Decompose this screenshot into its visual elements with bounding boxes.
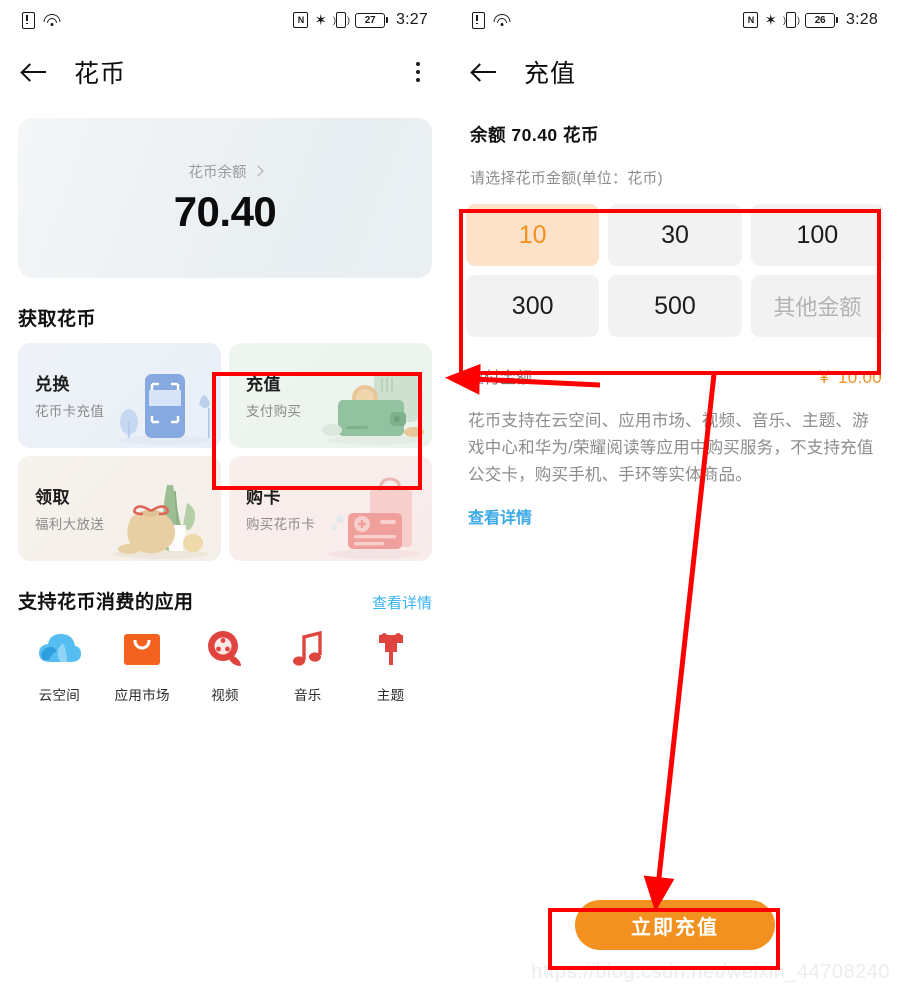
scanner-illustration [119,374,211,445]
promo-text-block: 领取 福利大放送 [35,483,104,533]
promo-text-block: 购卡 购买花币卡 [246,483,315,533]
balance-label: 花币余额 [188,164,247,181]
promo-subtitle: 购买花币卡 [246,517,315,532]
status-bar-left-icons [472,11,511,29]
payable-label: 应付金额 [468,370,533,387]
bluetooth-icon: ✶ [764,12,778,29]
promo-card-exchange[interactable]: 兑换 花币卡充值 [18,343,221,448]
promo-card-recharge[interactable]: 充值 支付购买 [229,343,432,448]
left-screen-huabi-home: N ✶ )) 27 3:27 花币 花币余额 70.40 获取花币 兑换 花币卡… [0,0,450,992]
back-arrow-icon[interactable] [20,57,50,87]
amount-option-300[interactable]: 300 [466,275,600,337]
chevron-right-icon [251,165,264,177]
wallet-illustration [322,372,424,445]
music-note-icon [285,626,331,672]
status-bar-right-icons: N ✶ )) 27 3:27 [293,11,428,29]
app-label: 音乐 [293,688,322,703]
acquire-card-grid: 兑换 花币卡充值 充值 支付购买 领取 福利大放送 购卡 购买花币卡 [18,343,432,561]
sim-alert-icon [472,11,485,29]
page-title: 花币 [74,60,127,88]
wifi-icon [493,13,511,27]
promo-subtitle: 花币卡充值 [35,404,104,419]
balance-card[interactable]: 花币余额 70.40 [18,118,432,278]
balance-label-row[interactable]: 花币余额 [188,161,264,182]
battery-indicator: 26 [805,12,839,28]
promo-title: 兑换 [35,375,70,394]
battery-indicator: 27 [355,12,389,28]
cloud-icon [36,626,82,672]
amount-option-100[interactable]: 100 [750,204,884,266]
app-label: 视频 [211,688,239,703]
cta-container: 立即充值 [450,900,900,950]
amount-option-grid: 10 30 100 300 500 其他金额 [466,204,884,337]
theme-brush-icon [368,626,414,672]
watermark: https://blog.csdn.net/weixin_44708240 [531,961,890,983]
promo-title: 领取 [35,488,70,507]
nfc-icon: N [743,12,759,28]
app-item-appgallery[interactable]: 应用市场 [101,626,184,704]
sim-alert-icon [22,11,35,29]
supported-apps-row: 云空间 应用市场 视频 音乐 主题 [18,626,432,704]
status-bar-left: N ✶ )) 27 3:27 [0,0,450,40]
status-bar-clock: 3:27 [396,11,428,28]
status-bar-right-icons: N ✶ )) 26 3:28 [743,11,878,29]
battery-level-label: 27 [355,12,386,28]
balance-line: 余额 70.40 花币 [470,125,600,145]
app-item-cloud[interactable]: 云空间 [18,626,101,704]
appgallery-bag-icon [119,626,165,672]
payable-value: ￥ 10.00 [815,368,882,387]
wifi-icon [43,13,61,27]
promo-title: 充值 [246,375,281,394]
status-bar-right: N ✶ )) 26 3:28 [450,0,900,40]
recharge-now-button[interactable]: 立即充值 [575,900,775,950]
page-title: 充值 [524,60,577,88]
amount-option-30[interactable]: 30 [608,204,742,266]
app-label: 主题 [376,688,405,703]
app-item-theme[interactable]: 主题 [349,626,432,704]
promo-subtitle: 支付购买 [246,404,302,419]
video-reel-icon [202,626,248,672]
promo-card-claim[interactable]: 领取 福利大放送 [18,456,221,561]
apps-section-title: 支持花币消费的应用 [18,592,194,613]
app-label: 云空间 [38,688,81,703]
app-bar-right: 充值 [450,40,900,104]
apps-view-detail-link[interactable]: 查看详情 [372,592,432,613]
amount-option-custom[interactable]: 其他金额 [750,275,884,337]
payable-row: 应付金额 ￥ 10.00 [468,363,882,388]
apps-section-header: 支持花币消费的应用 查看详情 [18,587,432,614]
nfc-icon: N [293,12,309,28]
back-arrow-icon[interactable] [470,57,500,87]
money-bag-illustration [113,485,209,559]
promo-title: 购卡 [246,488,281,507]
app-label: 应用市场 [114,688,170,703]
amount-option-10[interactable]: 10 [466,204,600,266]
app-item-video[interactable]: 视频 [184,626,267,704]
app-item-music[interactable]: 音乐 [266,626,349,704]
status-bar-clock: 3:28 [846,11,878,28]
promo-text-block: 充值 支付购买 [246,370,301,420]
bluetooth-icon: ✶ [314,12,328,29]
vibrate-icon: )) [783,12,800,28]
promo-text-block: 兑换 花币卡充值 [35,370,104,420]
gift-card-illustration [328,477,420,559]
app-bar-left: 花币 [0,40,450,104]
acquire-section-title: 获取花币 [18,309,97,330]
battery-cap [836,17,839,23]
amount-hint: 请选择花币金额(单位：花币) [470,170,663,187]
promo-subtitle: 福利大放送 [35,517,104,532]
vibrate-icon: )) [333,12,350,28]
right-screen-recharge: N ✶ )) 26 3:28 充值 余额 70.40 花币 请选择花币金额(单位… [450,0,900,992]
battery-cap [386,17,389,23]
status-bar-left-icons [22,11,61,29]
promo-card-buy-card[interactable]: 购卡 购买花币卡 [229,456,432,561]
balance-value: 70.40 [173,187,277,235]
description-text: 花币支持在云空间、应用市场、视频、音乐、主题、游戏中心和华为/荣耀阅读等应用中购… [468,412,874,485]
battery-level-label: 26 [805,12,836,28]
amount-option-500[interactable]: 500 [608,275,742,337]
kebab-menu-icon[interactable] [406,59,430,85]
view-detail-link[interactable]: 查看详情 [468,504,882,528]
